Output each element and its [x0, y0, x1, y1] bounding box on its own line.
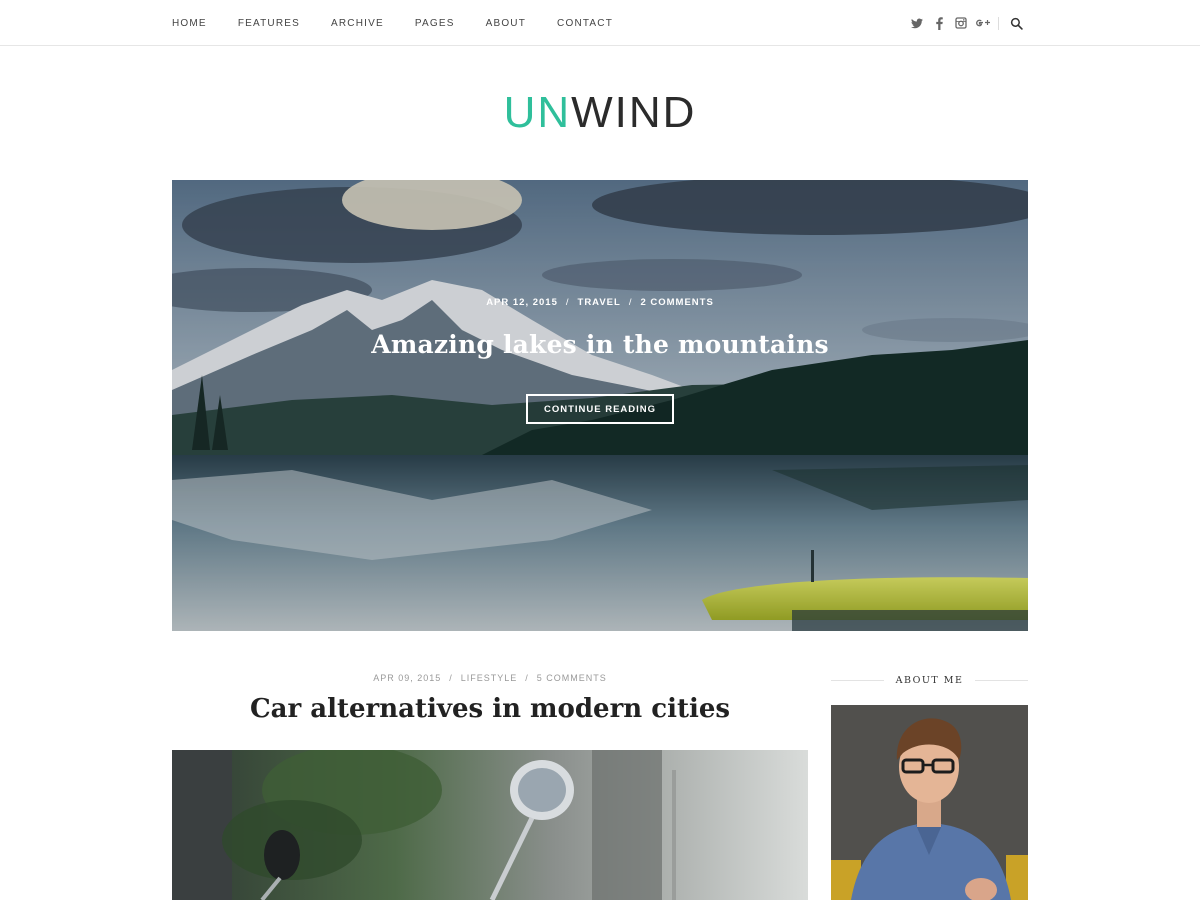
about-me-photo	[831, 705, 1028, 900]
twitter-icon[interactable]	[906, 13, 928, 33]
meta-separator: /	[628, 297, 633, 308]
facebook-icon[interactable]	[928, 13, 950, 33]
hero-post-date[interactable]: APR 12, 2015	[486, 297, 558, 308]
meta-separator: /	[449, 673, 453, 683]
nav-archive-link[interactable]: ARCHIVE	[331, 18, 384, 29]
heading-rule-right	[975, 679, 1028, 681]
portrait-image	[831, 705, 1028, 900]
nav-home-link[interactable]: HOME	[172, 18, 207, 29]
post-comments[interactable]: 5 COMMENTS	[537, 673, 607, 683]
nav-about-link[interactable]: ABOUT	[486, 18, 526, 29]
search-icon[interactable]	[1005, 13, 1027, 33]
hero-post-category[interactable]: TRAVEL	[578, 297, 621, 308]
social-links	[906, 0, 1027, 46]
meta-separator: /	[565, 297, 570, 308]
post-image-art	[172, 750, 808, 900]
hero-post-comments[interactable]: 2 COMMENTS	[640, 297, 713, 308]
nav-pages-link[interactable]: PAGES	[415, 18, 455, 29]
site-logo[interactable]: UNWIND	[0, 88, 1200, 138]
about-me-title: ABOUT ME	[895, 674, 964, 686]
google-plus-icon[interactable]	[972, 13, 994, 33]
post-title[interactable]: Car alternatives in modern cities	[172, 694, 808, 724]
post-meta: APR 09, 2015 / LIFESTYLE / 5 COMMENTS	[172, 673, 808, 683]
hero-post-meta: APR 12, 2015 / TRAVEL / 2 COMMENTS	[0, 297, 1200, 308]
about-me-heading: ABOUT ME	[831, 672, 1028, 688]
meta-separator: /	[525, 673, 529, 683]
nav-contact-link[interactable]: CONTACT	[557, 18, 613, 29]
logo-part-un: UN	[503, 88, 572, 137]
main-nav: HOME FEATURES ARCHIVE PAGES ABOUT CONTAC…	[172, 0, 644, 46]
post-image-scooter[interactable]	[172, 750, 808, 900]
social-divider	[998, 16, 999, 30]
logo-part-wind: WIND	[571, 88, 697, 137]
top-bar: HOME FEATURES ARCHIVE PAGES ABOUT CONTAC…	[0, 0, 1200, 46]
instagram-icon[interactable]	[950, 13, 972, 33]
nav-features-link[interactable]: FEATURES	[238, 18, 300, 29]
post-date[interactable]: APR 09, 2015	[373, 673, 441, 683]
continue-reading-button[interactable]: CONTINUE READING	[526, 394, 674, 424]
hero-post-title[interactable]: Amazing lakes in the mountains	[0, 330, 1200, 359]
post-category[interactable]: LIFESTYLE	[461, 673, 518, 683]
heading-rule-left	[831, 679, 884, 681]
